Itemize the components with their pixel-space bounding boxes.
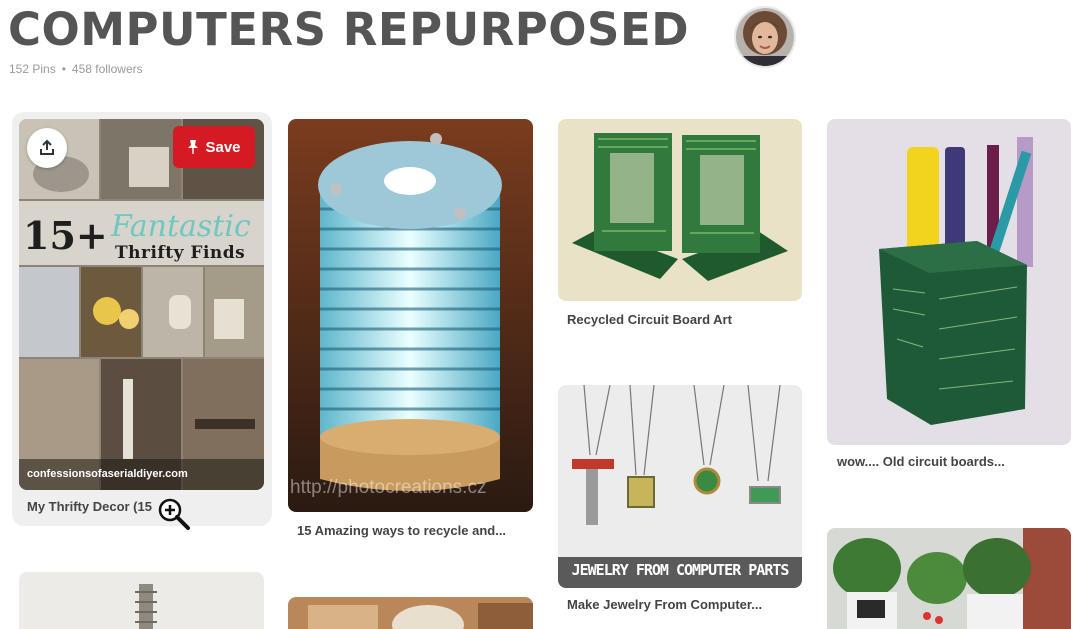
zoom-in-icon[interactable] bbox=[156, 496, 192, 532]
pushpin-icon bbox=[188, 140, 199, 154]
upload-share-icon bbox=[40, 139, 54, 155]
overlay-number: 15+ bbox=[23, 213, 108, 258]
pin-caption[interactable]: 15 Amazing ways to recycle and... bbox=[297, 523, 506, 538]
watermark: confessionsofaserialdiyer.com bbox=[27, 468, 188, 480]
overlay-script: Fantastic bbox=[111, 209, 251, 244]
pin-caption[interactable]: My Thrifty Decor (15 bbox=[27, 499, 152, 514]
stats-separator: • bbox=[61, 62, 66, 76]
overlay-subtitle: Thrifty Finds bbox=[115, 243, 246, 263]
pin-image[interactable] bbox=[19, 572, 264, 629]
pin-caption[interactable]: Make Jewelry From Computer... bbox=[567, 597, 762, 612]
save-label: Save bbox=[205, 138, 241, 156]
pin-image[interactable] bbox=[558, 119, 802, 301]
pin-image[interactable]: http://photocreations.cz bbox=[288, 119, 533, 512]
pin-image[interactable]: 15+ Fantastic Thrifty Finds confessionso… bbox=[19, 119, 264, 490]
share-button[interactable] bbox=[27, 128, 67, 168]
pin-image[interactable]: JEWELRY FROM COMPUTER PARTS bbox=[558, 385, 802, 588]
pin-image[interactable] bbox=[827, 528, 1071, 629]
avatar[interactable] bbox=[734, 6, 796, 68]
pins-count[interactable]: 152 Pins bbox=[9, 62, 56, 76]
save-button[interactable]: Save bbox=[173, 126, 255, 168]
board-stats: 152 Pins • 458 followers bbox=[9, 62, 143, 76]
pin-image[interactable] bbox=[288, 597, 533, 629]
pin-image[interactable] bbox=[827, 119, 1071, 445]
pin-caption[interactable]: wow.... Old circuit boards... bbox=[837, 454, 1005, 469]
image-banner: JEWELRY FROM COMPUTER PARTS bbox=[571, 561, 790, 579]
watermark: http://photocreations.cz bbox=[290, 477, 487, 498]
board-title: COMPUTERS REPURPOSED bbox=[8, 3, 690, 56]
followers-count[interactable]: 458 followers bbox=[72, 62, 143, 76]
pin-caption[interactable]: Recycled Circuit Board Art bbox=[567, 312, 732, 327]
